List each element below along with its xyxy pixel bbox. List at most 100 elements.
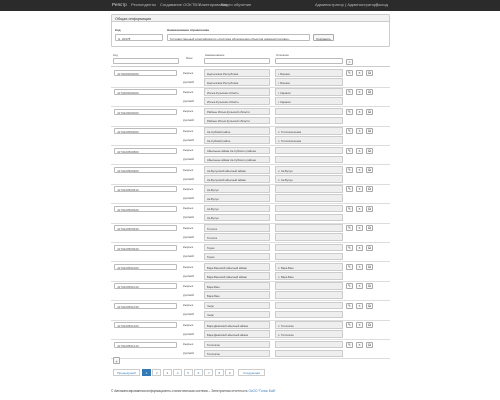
- copy-icon[interactable]: ⧉: [366, 341, 373, 348]
- row-name-ru[interactable]: Ак-Булунский айылный аймак: [204, 175, 270, 183]
- edit-icon[interactable]: ✎: [346, 128, 353, 135]
- row-name-ru[interactable]: Ак-Булун: [204, 213, 270, 222]
- edit-icon[interactable]: ✎: [346, 205, 353, 212]
- row-name-ky[interactable]: Кыргызская Республика: [204, 69, 270, 77]
- close-icon[interactable]: ×: [356, 147, 363, 154]
- row-name-ky[interactable]: Ак-Булунский айылный аймак: [204, 166, 270, 174]
- row-short-ky[interactable]: г. Бишкек: [275, 69, 343, 77]
- close-icon[interactable]: ×: [356, 205, 363, 212]
- copy-icon[interactable]: ⧉: [366, 283, 373, 290]
- row-code-field[interactable]: 4170220501030: [114, 302, 177, 309]
- row-code-field[interactable]: 4170220501000: [114, 264, 177, 270]
- pagination-page-1[interactable]: 1: [142, 369, 151, 376]
- row-name-ky[interactable]: Ак-Булун: [204, 204, 270, 213]
- row-code-field[interactable]: 4170200000000: [114, 89, 177, 96]
- row-code-field[interactable]: 4170220500910: [114, 186, 177, 193]
- row-name-ru[interactable]: Ак-Суйский район: [204, 136, 270, 144]
- close-icon[interactable]: ×: [356, 167, 363, 173]
- filter-name-input[interactable]: [204, 58, 270, 64]
- pagination-page-6[interactable]: 6: [194, 369, 203, 376]
- copy-icon[interactable]: ⧉: [366, 205, 373, 212]
- close-icon[interactable]: ×: [356, 283, 363, 290]
- row-name-ky[interactable]: Тоголок: [204, 224, 270, 232]
- pagination-page-4[interactable]: 4: [173, 369, 183, 376]
- row-short-ru[interactable]: [275, 310, 343, 319]
- row-name-ru[interactable]: Чырк: [204, 310, 270, 319]
- row-code-field[interactable]: 4170220500930: [114, 225, 177, 232]
- row-short-ru[interactable]: г. Бишкек: [275, 78, 343, 86]
- edit-icon[interactable]: ✎: [346, 264, 353, 270]
- pagination-page-9[interactable]: 9: [225, 369, 235, 376]
- logout-link[interactable]: Выход: [376, 2, 388, 7]
- copy-icon[interactable]: ⧉: [366, 244, 373, 251]
- row-name-ky[interactable]: Ак-Булун: [204, 185, 270, 193]
- copy-icon[interactable]: ⧉: [366, 167, 373, 173]
- row-name-ky[interactable]: Ак-Суйский район: [204, 127, 270, 135]
- row-code-field[interactable]: 4170220500800: [114, 147, 177, 154]
- copy-icon[interactable]: ⧉: [366, 264, 373, 270]
- close-icon[interactable]: ×: [356, 186, 363, 193]
- row-name-ru[interactable]: Барк-Джапский айылный аймак: [204, 330, 270, 338]
- row-code-field[interactable]: 4170220000000: [114, 108, 177, 115]
- row-code-field[interactable]: 4170220500000: [114, 128, 177, 135]
- nav-item-respondents[interactable]: Pecпoндeнты: [131, 2, 156, 7]
- copy-icon[interactable]: ⧉: [366, 70, 373, 76]
- row-name-ru[interactable]: Районы Иссык-Кульской области: [204, 116, 270, 125]
- copy-icon[interactable]: ⧉: [366, 89, 373, 96]
- row-short-ky[interactable]: [275, 204, 343, 213]
- copy-icon[interactable]: ⧉: [366, 186, 373, 193]
- row-short-ky[interactable]: с. Теплоключенка: [275, 127, 343, 135]
- nav-item-create[interactable]: Coгдaвaниe OOKTBЭ: [160, 2, 200, 7]
- row-code-field[interactable]: 4170220500940: [114, 244, 177, 251]
- row-short-ru[interactable]: [275, 194, 343, 202]
- save-button[interactable]: Сохранить: [313, 34, 334, 41]
- close-icon[interactable]: ×: [356, 225, 363, 232]
- brand-link[interactable]: Peяcтp: [112, 2, 127, 7]
- row-name-ky[interactable]: Чырк: [204, 301, 270, 310]
- row-short-ky[interactable]: [275, 185, 343, 193]
- copy-icon[interactable]: ⧉: [366, 322, 373, 329]
- row-short-ru[interactable]: с. Теплоключенка: [275, 136, 343, 144]
- close-icon[interactable]: ×: [356, 244, 363, 251]
- row-name-ky[interactable]: Терек: [204, 243, 270, 252]
- row-short-ky[interactable]: [275, 301, 343, 310]
- copy-icon[interactable]: ⧉: [366, 302, 373, 309]
- copy-icon[interactable]: ⧉: [366, 108, 373, 115]
- row-short-ky[interactable]: с. Ак-Булун: [275, 166, 343, 174]
- edit-icon[interactable]: ✎: [346, 108, 353, 115]
- row-code-field[interactable]: 4170220500920: [114, 205, 177, 212]
- row-name-ky[interactable]: Иссык-Кульская область: [204, 88, 270, 96]
- row-short-ru[interactable]: [275, 252, 343, 261]
- row-short-ru[interactable]: с. Ак-Булун: [275, 175, 343, 183]
- row-short-ru[interactable]: г. Каракол: [275, 97, 343, 105]
- edit-icon[interactable]: ✎: [346, 302, 353, 309]
- row-short-ky[interactable]: [275, 146, 343, 155]
- row-short-ky[interactable]: с. Теплоклю: [275, 321, 343, 329]
- close-icon[interactable]: ×: [356, 341, 363, 348]
- edit-icon[interactable]: ✎: [346, 244, 353, 251]
- user-menu[interactable]: Администратор ( Администратор): [315, 2, 378, 7]
- copy-icon[interactable]: ⧉: [366, 147, 373, 154]
- close-icon[interactable]: ×: [356, 108, 363, 115]
- row-name-ky[interactable]: Барк-Башский айылный аймак: [204, 263, 270, 271]
- add-button[interactable]: +: [113, 357, 120, 364]
- pagination-prev[interactable]: Предыдущий: [113, 369, 140, 376]
- close-icon[interactable]: ×: [356, 70, 363, 76]
- close-icon[interactable]: ×: [356, 89, 363, 96]
- close-icon[interactable]: ×: [356, 264, 363, 270]
- row-name-ru[interactable]: Барк-Башский айылный аймак: [204, 272, 270, 280]
- row-name-ru[interactable]: Барк-Баш: [204, 291, 270, 299]
- pagination-page-8[interactable]: 8: [214, 369, 224, 376]
- edit-icon[interactable]: ✎: [346, 147, 353, 154]
- row-code-field[interactable]: 4170000000000: [114, 70, 177, 76]
- pagination-page-3[interactable]: 3: [162, 369, 172, 376]
- row-short-ru[interactable]: [275, 155, 343, 164]
- row-name-ru[interactable]: Ак-Булун: [204, 194, 270, 202]
- nav-item-video[interactable]: Видео обучение: [221, 2, 251, 7]
- row-name-ru[interactable]: Иссык-Кульская область: [204, 97, 270, 105]
- close-icon[interactable]: ×: [356, 302, 363, 309]
- pagination-page-2[interactable]: 2: [152, 369, 162, 376]
- row-code-field[interactable]: 4170220500900: [114, 167, 177, 173]
- row-short-ky[interactable]: [275, 224, 343, 232]
- pagination-page-5[interactable]: 5: [183, 369, 193, 376]
